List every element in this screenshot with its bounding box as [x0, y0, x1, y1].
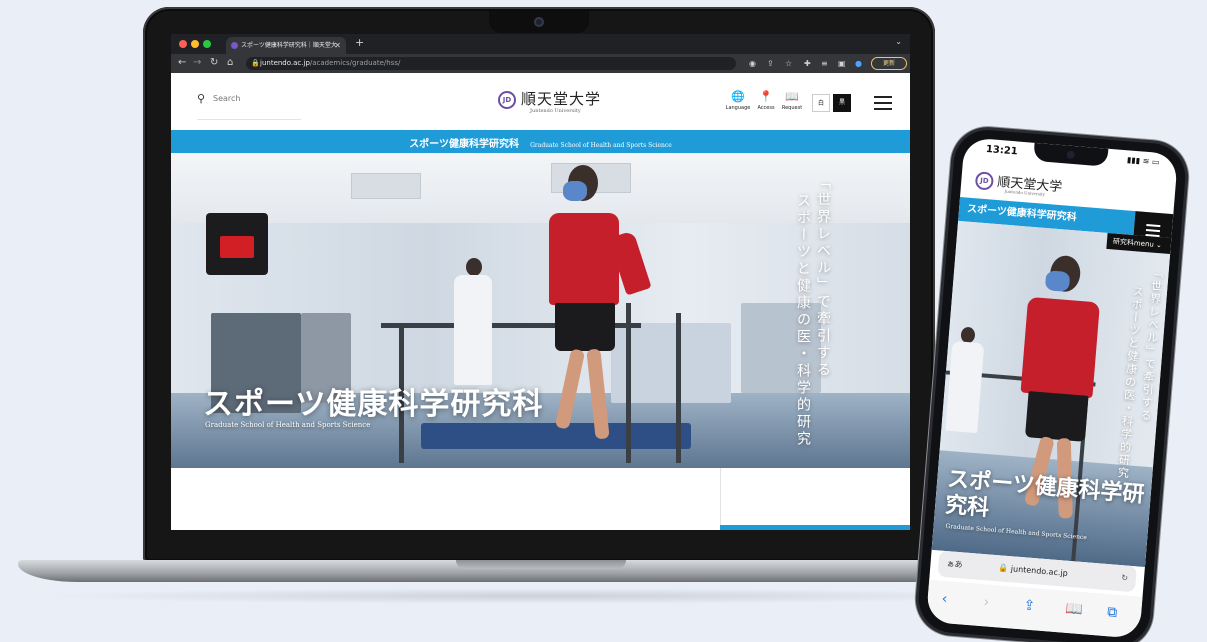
language-button[interactable]: 🌐 Language: [725, 90, 751, 111]
treadmill-post: [676, 313, 681, 463]
new-tab-button[interactable]: +: [355, 36, 364, 49]
search-placeholder: Search: [213, 94, 241, 103]
window-minimize-button[interactable]: [191, 40, 199, 48]
accent-line: [720, 525, 910, 530]
url-path: /academics/graduate/hss/: [309, 59, 401, 67]
phone-runner-shorts: [1024, 391, 1089, 442]
language-label: Language: [725, 105, 751, 111]
logo-text[interactable]: 順天堂大学: [521, 88, 601, 109]
phone-hero-image: 「世界レベル」で牽引する スポーツと健康の医・科学的研究 スポーツ健康科学研究科…: [931, 220, 1172, 568]
phone-url-text: juntendo.ac.jp: [1010, 564, 1069, 578]
hero-image: 「世界レベル」で牽引する スポーツと健康の医・科学的研究 スポーツ健康科学研究科…: [171, 153, 910, 468]
tab-close-icon[interactable]: ✕: [334, 37, 341, 54]
profile-avatar-icon[interactable]: ●: [855, 58, 862, 69]
laptop-screen: スポーツ健康科学研究科｜順天堂大 ✕ + ⌄ ← → ↻ ⌂ 🔒 juntend…: [171, 34, 910, 530]
site-header: ⚲ Search JD 順天堂大学 Juntendo University 🌐 …: [171, 73, 910, 130]
section-band: スポーツ健康科学研究科 Graduate School of Health an…: [171, 130, 910, 153]
researcher-coat: [454, 275, 492, 385]
request-label: Request: [781, 105, 803, 111]
globe-icon: 🌐: [731, 90, 745, 103]
map-pin-icon: 📍: [759, 90, 773, 103]
phone-logo-mark[interactable]: JD: [974, 171, 995, 191]
hero-vertical-catch-2: スポーツと健康の医・科学的研究: [795, 193, 811, 448]
phone-url: 🔒 juntendo.ac.jp: [998, 563, 1069, 578]
lock-icon: 🔒: [251, 59, 260, 67]
content-divider: [720, 468, 721, 525]
phone-tabs-icon[interactable]: ⧉: [1107, 604, 1118, 621]
phone-time: 13:21: [985, 143, 1019, 158]
access-label: Access: [757, 105, 775, 111]
ceiling-vent: [351, 173, 421, 199]
phone-menu-label: 研究科menu: [1112, 237, 1155, 249]
phone-screen: 13:21 ▮▮▮ ≋ ▭ JD 順天堂大学 Juntendo Universi…: [925, 137, 1179, 639]
url-domain: juntendo.ac.jp: [260, 59, 310, 67]
phone-text-size-button[interactable]: ぁあ: [945, 551, 963, 578]
phone-runner-mask: [1044, 270, 1071, 293]
phone-status-icons: ▮▮▮ ≋ ▭: [1126, 155, 1160, 167]
browser-tabstrip: スポーツ健康科学研究科｜順天堂大 ✕ + ⌄: [171, 34, 910, 54]
logo-subtitle: Juntendo University: [530, 108, 581, 114]
browser-tab[interactable]: スポーツ健康科学研究科｜順天堂大 ✕: [226, 37, 346, 54]
timer-display-red: [220, 236, 254, 258]
phone-share-icon[interactable]: ⇪: [1023, 597, 1036, 614]
logo-mark[interactable]: JD: [498, 91, 516, 109]
treadmill-belt: [421, 423, 691, 449]
treadmill-post: [626, 303, 631, 463]
favicon-icon: [231, 42, 238, 49]
menu-hamburger-icon[interactable]: [874, 96, 892, 110]
contrast-black-button[interactable]: 黒: [833, 94, 851, 112]
book-icon: 📖: [785, 90, 799, 103]
search-icon: ⚲: [197, 92, 206, 105]
side-panel-icon[interactable]: ▣: [838, 58, 846, 69]
back-button[interactable]: ←: [178, 57, 186, 69]
tab-title: スポーツ健康科学研究科｜順天堂大: [241, 42, 337, 49]
band-title-en: Graduate School of Health and Sports Sci…: [530, 142, 672, 149]
search-input[interactable]: ⚲ Search: [197, 90, 301, 120]
home-button[interactable]: ⌂: [227, 57, 233, 69]
phone-researcher-coat: [945, 340, 985, 434]
runner-shirt: [549, 213, 619, 305]
update-button[interactable]: 更新: [871, 57, 907, 70]
google-icon[interactable]: ◉: [749, 58, 756, 69]
extensions-icon[interactable]: ✚: [804, 58, 811, 69]
browser-toolbar: ← → ↻ ⌂ 🔒 juntendo.ac.jp/academics/gradu…: [171, 54, 910, 73]
window-close-button[interactable]: [179, 40, 187, 48]
hero-title: スポーツ健康科学研究科: [203, 387, 544, 422]
share-icon[interactable]: ⇪: [767, 58, 774, 69]
phone-runner-shirt: [1020, 296, 1101, 399]
phone-back-icon[interactable]: ‹: [941, 591, 948, 607]
address-bar[interactable]: 🔒 juntendo.ac.jp/academics/graduate/hss/: [246, 57, 736, 70]
request-button[interactable]: 📖 Request: [779, 90, 805, 111]
researcher-head: [466, 258, 482, 276]
phone-body: 13:21 ▮▮▮ ≋ ▭ JD 順天堂大学 Juntendo Universi…: [916, 127, 1188, 642]
tab-search-icon[interactable]: ⌄: [895, 37, 902, 46]
laptop-shadow: [40, 588, 1040, 604]
band-title-jp: スポーツ健康科学研究科: [409, 139, 519, 150]
runner-mask: [563, 181, 587, 201]
runner-shorts: [555, 303, 615, 351]
hero-subtitle: Graduate School of Health and Sports Sci…: [205, 421, 371, 429]
access-button[interactable]: 📍 Access: [753, 90, 779, 111]
phone-reload-icon[interactable]: ↻: [1120, 565, 1129, 591]
window-maximize-button[interactable]: [203, 40, 211, 48]
phone-bookmarks-icon[interactable]: 📖: [1065, 601, 1084, 618]
reload-button[interactable]: ↻: [210, 57, 218, 69]
phone-forward-icon[interactable]: ›: [983, 594, 990, 610]
forward-button[interactable]: →: [193, 57, 201, 69]
hero-vertical-catch-1: 「世界レベル」で牽引する: [815, 175, 831, 379]
laptop-groove: [456, 560, 626, 569]
bookmark-star-icon[interactable]: ☆: [785, 58, 792, 69]
camera-icon: [534, 17, 544, 27]
contrast-white-button[interactable]: 白: [812, 94, 830, 112]
reading-list-icon[interactable]: ≡: [821, 58, 828, 69]
